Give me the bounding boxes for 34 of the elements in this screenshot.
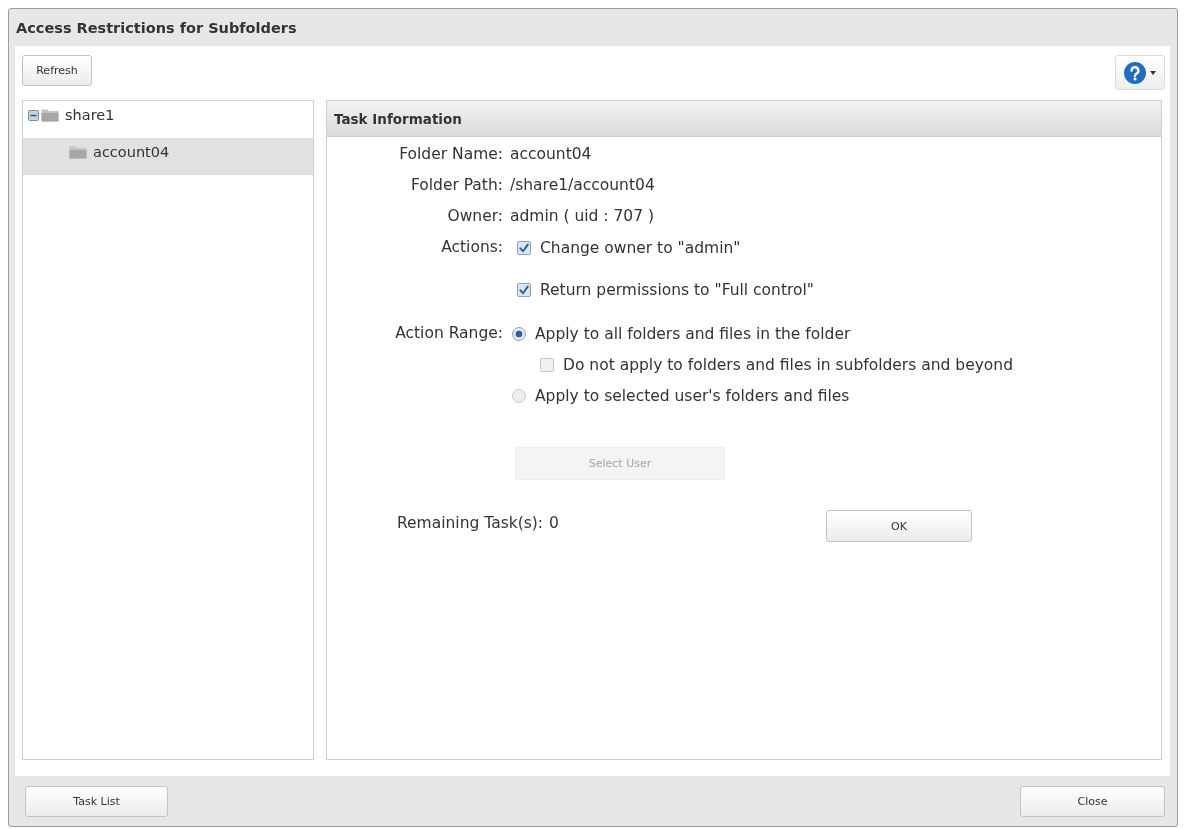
task-list-button[interactable]: Task List: [25, 785, 168, 817]
checkbox[interactable]: [517, 282, 531, 297]
checkbox[interactable]: [540, 357, 554, 372]
remaining-tasks-label: Remaining Task(s):: [397, 514, 544, 532]
refresh-button[interactable]: Refresh: [22, 55, 92, 86]
radio-button[interactable]: [512, 388, 526, 403]
collapse-icon[interactable]: [28, 109, 39, 121]
ok-button[interactable]: OK: [826, 510, 972, 542]
close-button[interactable]: Close: [1020, 785, 1165, 817]
window-title: Access Restrictions for Subfolders: [16, 19, 297, 36]
field-value: account04: [510, 144, 593, 165]
field-label: Action Range:: [394, 323, 503, 344]
checkbox-label: Return permissions to "Full control": [540, 280, 814, 299]
field-label: Folder Name:: [398, 144, 503, 165]
radio-button[interactable]: [512, 326, 526, 341]
radio-label: Apply to all folders and files in the folder: [535, 324, 851, 343]
tree-item[interactable]: share1: [23, 101, 313, 138]
remaining-tasks-count: 0: [549, 514, 559, 532]
checkbox-label: Do not apply to folders and files in subfolders and beyond: [563, 355, 1013, 374]
field-value: admin ( uid : 707 ): [510, 206, 656, 227]
checkbox-label: Change owner to "admin": [540, 238, 741, 257]
folder-icon: [41, 108, 59, 122]
field-value: /share1/account04: [510, 175, 656, 196]
field-label: Owner:: [446, 206, 503, 227]
checkbox[interactable]: [517, 240, 531, 255]
field-label: Actions:: [440, 237, 503, 258]
help-icon: [1124, 61, 1146, 84]
field-label: Folder Path:: [409, 175, 503, 196]
caret-icon: [1150, 70, 1156, 75]
panel-title: Task Information: [334, 110, 462, 127]
folder-icon: [69, 145, 87, 159]
help-button[interactable]: [1115, 55, 1165, 90]
radio-label: Apply to selected user's folders and files: [535, 386, 850, 405]
tree-item[interactable]: account04: [23, 138, 313, 175]
